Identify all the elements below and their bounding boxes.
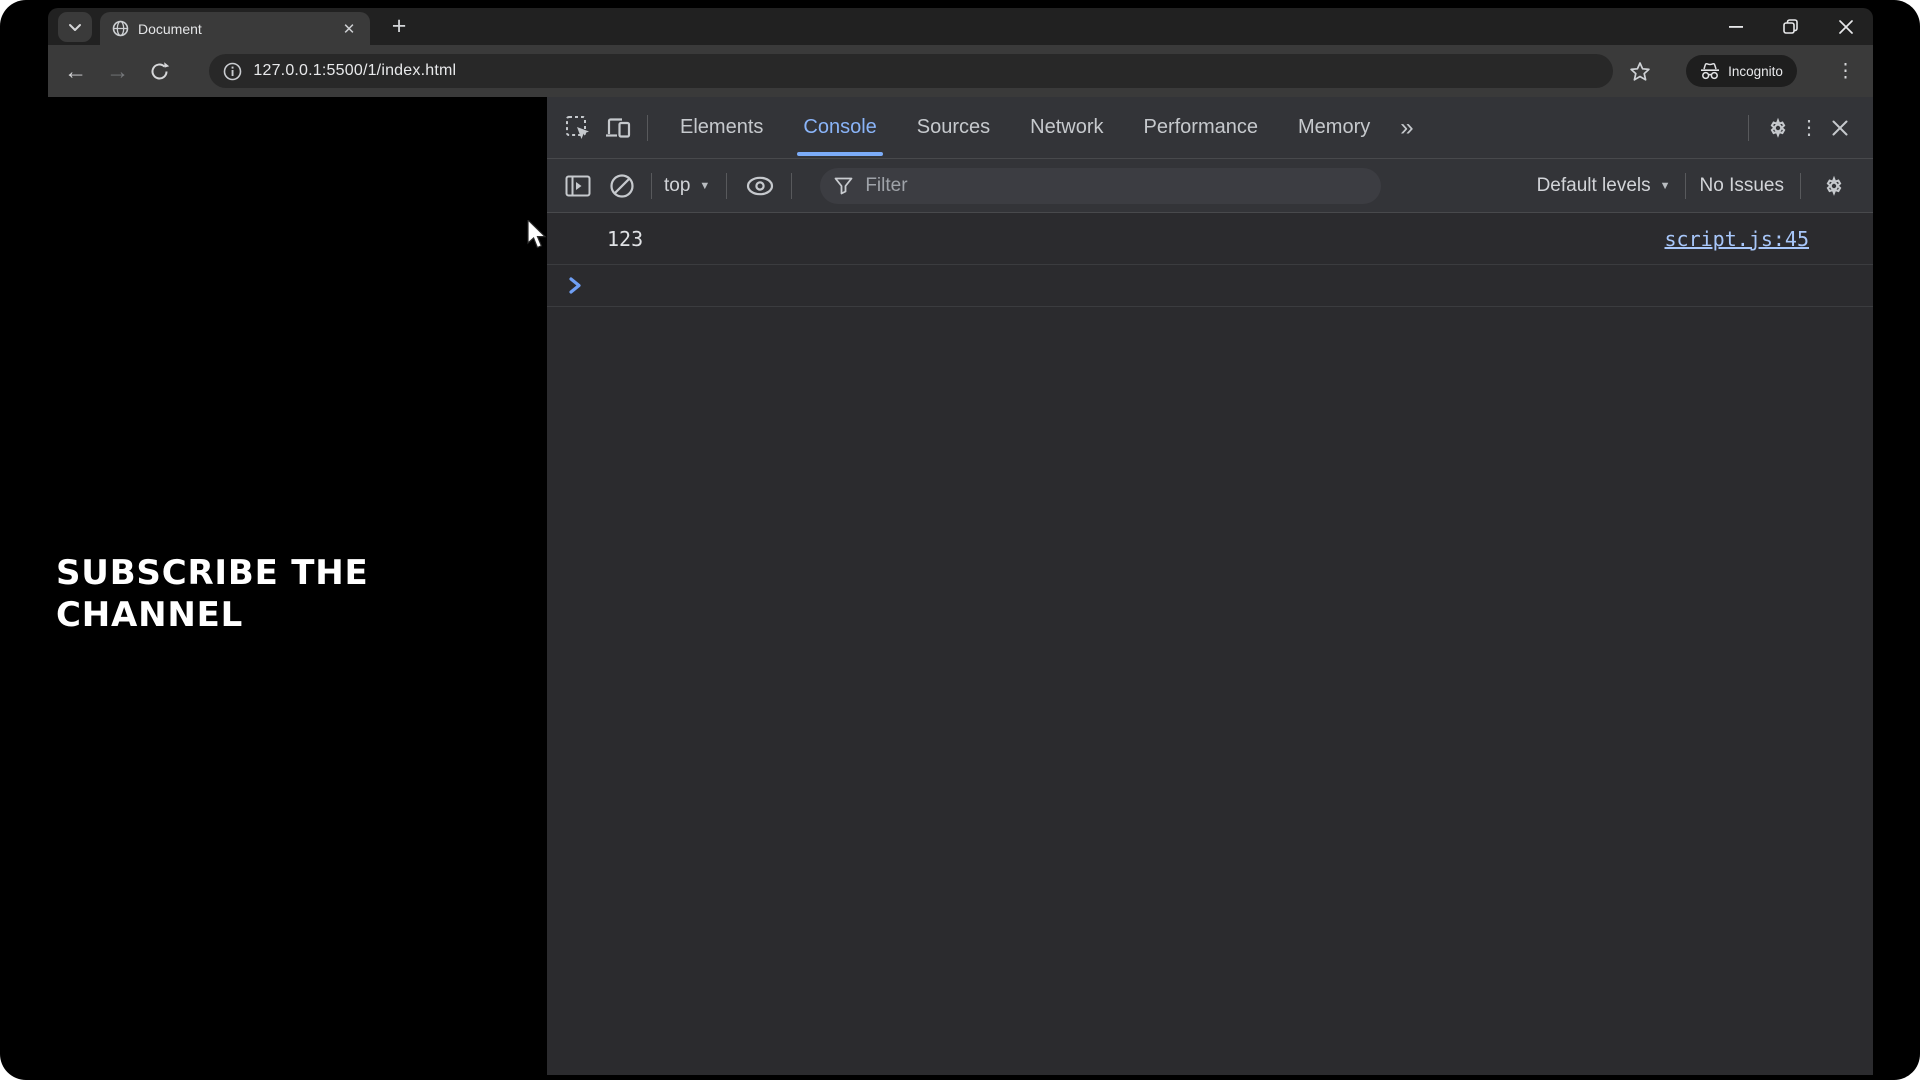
chevron-double-right-icon: » <box>1400 114 1413 141</box>
console-message-text: 123 <box>607 227 643 251</box>
tab-title: Document <box>138 21 331 37</box>
more-tabs-button[interactable]: » <box>1390 114 1423 142</box>
devtools-tab-network[interactable]: Network <box>1010 97 1123 159</box>
globe-icon <box>112 20 129 37</box>
restore-button[interactable] <box>1763 8 1818 45</box>
video-frame: Document ✕ + ← <box>0 0 1920 1080</box>
devtools-tab-elements[interactable]: Elements <box>660 97 783 159</box>
inspect-element-button[interactable] <box>561 111 595 145</box>
device-toolbar-button[interactable] <box>601 111 635 145</box>
devtools-close-button[interactable] <box>1823 111 1857 145</box>
sidebar-panel-icon <box>565 175 591 197</box>
minimize-button[interactable] <box>1708 8 1763 45</box>
console-toolbar: top ▼ <box>547 159 1873 213</box>
divider <box>651 173 652 199</box>
devtools-settings-button[interactable] <box>1761 111 1795 145</box>
site-info-icon[interactable] <box>223 62 242 81</box>
log-levels-selector[interactable]: Default levels ▼ <box>1537 175 1671 197</box>
device-toolbar-icon <box>605 116 631 140</box>
console-filter[interactable] <box>820 168 1381 204</box>
incognito-badge: Incognito <box>1686 55 1797 87</box>
forward-arrow-icon: → <box>106 58 129 85</box>
filter-input[interactable] <box>865 175 1367 197</box>
issues-status-label: No Issues <box>1700 175 1784 197</box>
devtools-panel: Elements Console Sources Network Perform… <box>547 97 1873 1075</box>
page-heading: SUBSCRIBE THE CHANNEL <box>56 552 547 636</box>
log-levels-label: Default levels <box>1537 175 1651 197</box>
console-settings-button[interactable] <box>1817 169 1851 203</box>
browser-window: Document ✕ + ← <box>48 8 1873 1075</box>
tab-search-button[interactable] <box>58 12 92 42</box>
browser-toolbar: ← → 127.0.0.1:5500/1/index.html <box>48 45 1873 97</box>
chevron-down-icon <box>68 23 82 32</box>
window-controls <box>1708 8 1873 45</box>
url-text: 127.0.0.1:5500/1/index.html <box>253 62 456 80</box>
prompt-chevron-icon <box>569 277 582 294</box>
clear-console-button[interactable] <box>605 169 639 203</box>
close-icon <box>1832 120 1848 136</box>
devtools-tab-console[interactable]: Console <box>783 97 896 159</box>
gear-icon <box>1821 173 1847 199</box>
close-icon <box>1839 20 1853 34</box>
incognito-icon <box>1700 63 1720 80</box>
devtools-tabbar: Elements Console Sources Network Perform… <box>547 97 1873 159</box>
back-button[interactable]: ← <box>61 56 90 86</box>
star-icon <box>1629 61 1651 82</box>
context-selector[interactable]: top ▼ <box>664 175 710 197</box>
browser-menu-button[interactable]: ⋮ <box>1831 60 1860 83</box>
reload-button[interactable] <box>145 56 174 86</box>
divider <box>647 115 648 141</box>
devtools-menu-button[interactable]: ⋮ <box>1795 111 1823 145</box>
mouse-cursor <box>527 220 549 250</box>
kebab-menu-icon: ⋮ <box>1836 61 1855 82</box>
divider <box>791 173 792 199</box>
console-source-link[interactable]: script.js:45 <box>1665 227 1810 251</box>
context-selector-label: top <box>664 175 690 197</box>
bookmark-button[interactable] <box>1629 61 1662 82</box>
page-heading-line2: CHANNEL <box>56 594 547 636</box>
incognito-label: Incognito <box>1728 64 1783 79</box>
content-area: SUBSCRIBE THE CHANNEL <box>48 97 1873 1075</box>
devtools-tabbar-right: ⋮ <box>1736 111 1857 145</box>
address-bar[interactable]: 127.0.0.1:5500/1/index.html <box>209 54 1613 88</box>
forward-button[interactable]: → <box>103 56 132 86</box>
console-sidebar-toggle-button[interactable] <box>561 169 595 203</box>
reload-icon <box>149 61 170 82</box>
chevron-down-icon: ▼ <box>1660 180 1671 192</box>
funnel-icon <box>834 177 853 195</box>
console-message-row: 123 script.js:45 <box>547 213 1873 265</box>
restore-icon <box>1783 19 1798 34</box>
issues-status[interactable]: No Issues <box>1700 175 1784 197</box>
tab-strip: Document ✕ + <box>48 8 1873 45</box>
back-arrow-icon: ← <box>64 58 87 85</box>
clear-icon <box>609 173 635 199</box>
browser-tab[interactable]: Document ✕ <box>100 12 370 45</box>
divider <box>1800 173 1801 199</box>
console-toolbar-right: Default levels ▼ No Issues <box>1537 169 1851 203</box>
divider <box>1748 115 1749 141</box>
minimize-icon <box>1729 26 1743 28</box>
divider <box>726 173 727 199</box>
chevron-down-icon: ▼ <box>699 180 710 192</box>
page-heading-line1: SUBSCRIBE THE <box>56 552 547 594</box>
devtools-tab-memory[interactable]: Memory <box>1278 97 1390 159</box>
divider <box>1685 173 1686 199</box>
eye-icon <box>746 176 774 196</box>
gear-icon <box>1765 115 1791 141</box>
devtools-tab-sources[interactable]: Sources <box>897 97 1010 159</box>
web-page: SUBSCRIBE THE CHANNEL <box>48 97 547 1075</box>
devtools-tab-performance[interactable]: Performance <box>1124 97 1279 159</box>
live-expression-button[interactable] <box>743 169 777 203</box>
inspect-icon <box>565 115 591 141</box>
screen: Document ✕ + ← <box>0 0 1920 1080</box>
close-window-button[interactable] <box>1818 8 1873 45</box>
new-tab-button[interactable]: + <box>382 10 416 43</box>
tab-close-icon[interactable]: ✕ <box>340 20 358 38</box>
kebab-menu-icon: ⋮ <box>1799 115 1819 140</box>
console-prompt-row[interactable] <box>547 265 1873 307</box>
